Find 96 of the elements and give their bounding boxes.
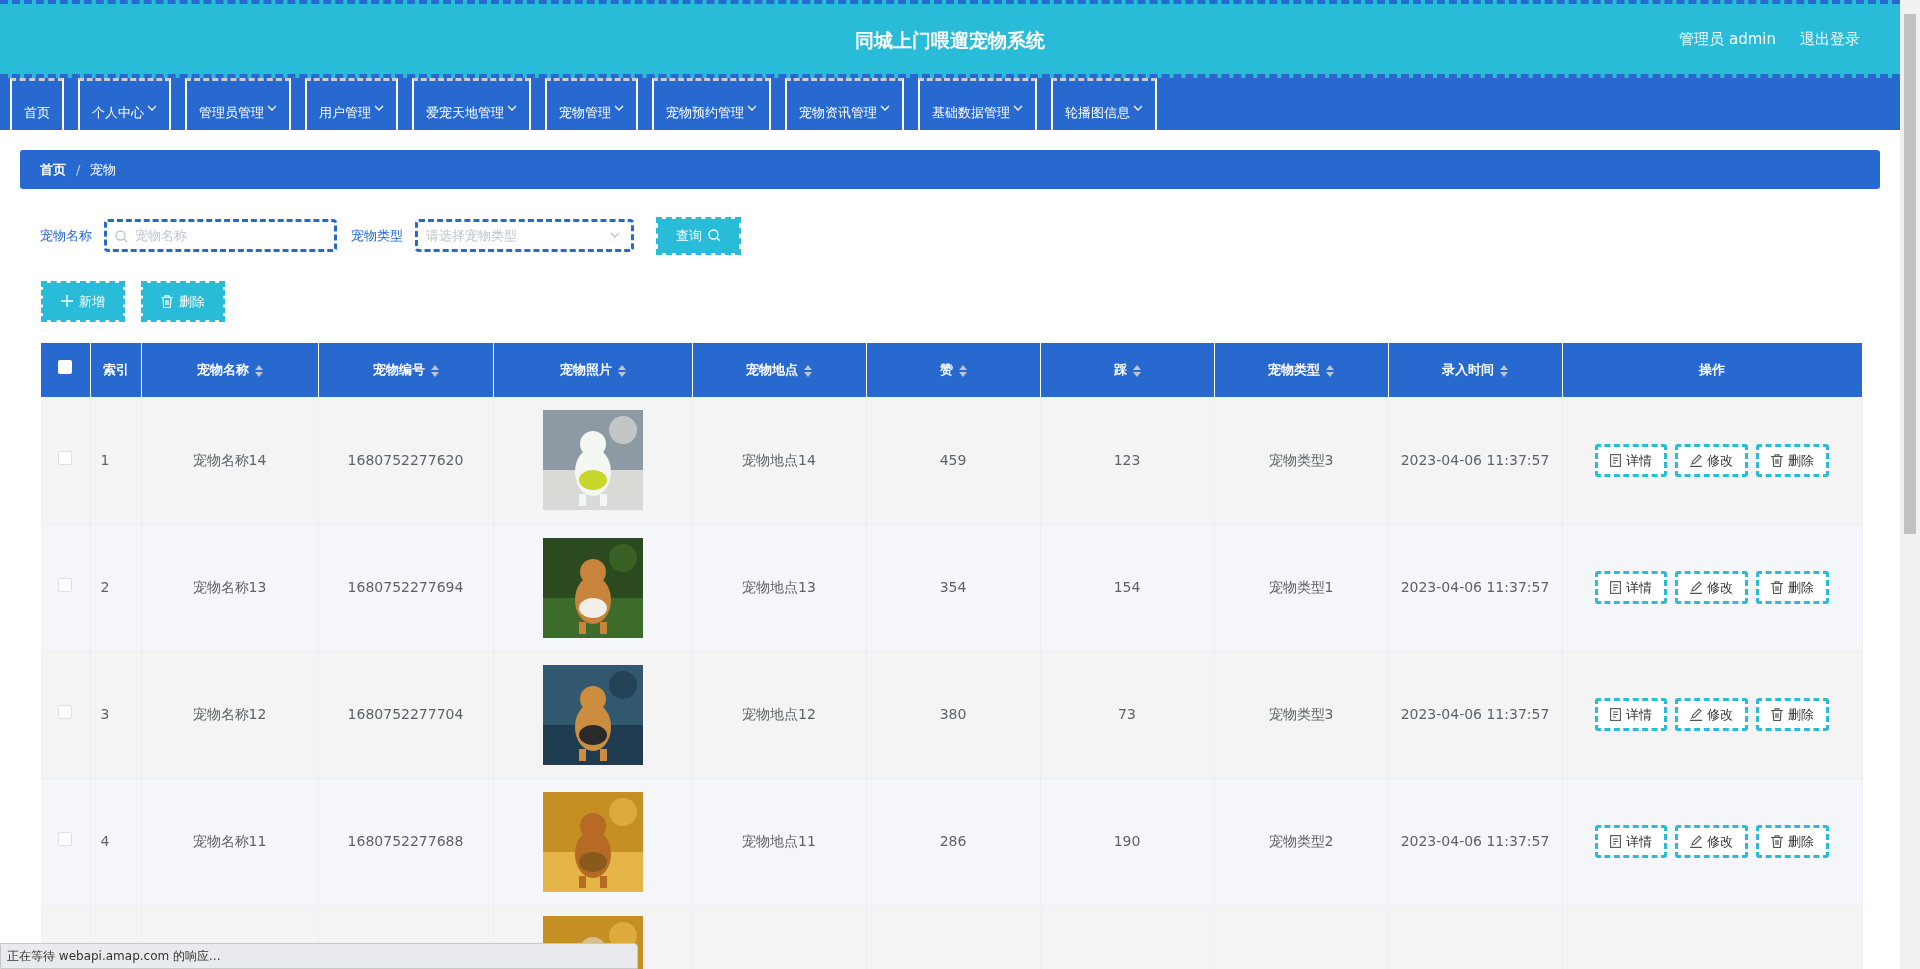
- trash-icon: [161, 294, 173, 308]
- delete-button[interactable]: 删除: [1756, 824, 1829, 859]
- table-cell: 2023-04-06 11:37:57: [1400, 706, 1550, 722]
- nav-item[interactable]: 用户管理: [305, 78, 398, 130]
- table-cell: 2023-04-06 11:37:57: [1400, 833, 1550, 849]
- table-cell: 宠物类型3: [1268, 706, 1334, 722]
- nav-item[interactable]: 首页: [10, 78, 64, 130]
- column-header: 索引: [90, 343, 141, 397]
- table-cell: 2: [100, 579, 110, 595]
- nav-item[interactable]: 轮播图信息: [1051, 78, 1157, 130]
- edit-button[interactable]: 修改: [1675, 443, 1748, 477]
- row-checkbox[interactable]: [58, 705, 73, 719]
- table-cell: 154: [1113, 579, 1141, 595]
- table-cell: 459: [939, 451, 967, 468]
- breadcrumb-separator: /: [76, 160, 81, 179]
- type-select[interactable]: 请选择宠物类型: [415, 219, 634, 253]
- detail-button[interactable]: 详情: [1595, 697, 1667, 732]
- document-icon: [1610, 835, 1621, 848]
- table-cell: 2023-04-06 11:37:57: [1400, 579, 1550, 595]
- table-cell: 宠物地点13: [742, 579, 816, 595]
- row-checkbox[interactable]: [58, 578, 73, 592]
- table-cell: 宠物类型2: [1268, 833, 1334, 849]
- edit-button[interactable]: 修改: [1675, 570, 1748, 605]
- user-label: 管理员 admin: [1679, 29, 1776, 50]
- trash-icon: [1771, 453, 1783, 467]
- table-cell: 123: [1113, 451, 1141, 468]
- column-header: 操作: [1562, 343, 1862, 397]
- edit-button[interactable]: 修改: [1675, 824, 1748, 859]
- pencil-icon: [1690, 581, 1702, 594]
- column-header[interactable]: 宠物编号: [318, 343, 493, 397]
- table-cell: 宠物名称12: [192, 706, 267, 722]
- table-cell: 1680752277620: [347, 451, 464, 468]
- nav-item[interactable]: 爱宠天地管理: [412, 78, 531, 130]
- table-cell: 2023-04-06 11:37:57: [1400, 451, 1550, 468]
- table-cell: 宠物类型3: [1268, 451, 1334, 468]
- table-cell: 宠物名称14: [192, 451, 267, 468]
- nav-item[interactable]: 个人中心: [78, 78, 171, 130]
- nav-item[interactable]: 宠物管理: [545, 78, 638, 130]
- table-cell: 3: [100, 706, 110, 722]
- table-cell: 1680752277694: [347, 579, 464, 595]
- table-cell: 354: [939, 579, 967, 595]
- trash-icon: [1771, 708, 1783, 721]
- document-icon: [1610, 581, 1621, 594]
- detail-button[interactable]: 详情: [1595, 824, 1667, 859]
- edit-button[interactable]: 修改: [1675, 697, 1748, 732]
- search-field[interactable]: 宠物名称: [104, 219, 337, 253]
- column-header[interactable]: 宠物名称: [141, 343, 318, 397]
- column-header[interactable]: 宠物类型: [1214, 343, 1388, 397]
- nav-item[interactable]: 宠物资讯管理: [785, 78, 904, 130]
- row-checkbox[interactable]: [58, 832, 73, 846]
- table-cell: 190: [1113, 833, 1141, 849]
- column-header[interactable]: 踩: [1040, 343, 1214, 397]
- column-header[interactable]: 宠物地点: [692, 343, 866, 397]
- table-cell: 1680752277688: [347, 833, 464, 849]
- scrollbar[interactable]: [1900, 0, 1920, 969]
- pencil-icon: [1690, 835, 1702, 848]
- table-cell: 宠物名称13: [192, 579, 267, 595]
- table-cell: 1: [100, 451, 110, 468]
- table-cell: 宠物地点12: [742, 706, 816, 722]
- field-label: 宠物名称: [40, 227, 92, 245]
- delete-button[interactable]: 删除: [1756, 443, 1829, 477]
- plus-icon: [61, 295, 73, 308]
- breadcrumb-item: 宠物: [90, 160, 117, 179]
- breadcrumb-item[interactable]: 首页: [40, 159, 66, 180]
- table-cell: 宠物地点14: [742, 451, 816, 468]
- document-icon: [1610, 453, 1621, 467]
- detail-button[interactable]: 详情: [1595, 570, 1667, 605]
- table-cell: 286: [939, 833, 967, 849]
- table-cell: 宠物类型1: [1268, 579, 1334, 595]
- status-bar: 正在等待 webapi.amap.com 的响应...: [0, 943, 638, 969]
- trash-icon: [1771, 581, 1783, 594]
- search-icon: [708, 229, 721, 243]
- table-cell: 宠物地点11: [742, 833, 816, 849]
- column-header[interactable]: 赞: [866, 343, 1040, 397]
- pencil-icon: [1690, 708, 1702, 721]
- site-title: 同城上门喂遛宠物系统: [855, 28, 1045, 53]
- delete-button[interactable]: 删除: [1756, 697, 1829, 732]
- nav-item[interactable]: 管理员管理: [185, 78, 291, 130]
- table-cell: 73: [1118, 706, 1136, 722]
- trash-icon: [1771, 835, 1783, 848]
- field-label: 宠物类型: [351, 227, 403, 245]
- table-cell: 380: [939, 706, 967, 722]
- table-cell: 4: [100, 833, 110, 849]
- nav-item[interactable]: 宠物预约管理: [652, 78, 771, 130]
- table-cell: 宠物名称11: [192, 833, 267, 849]
- delete-button[interactable]: 删除: [1756, 570, 1829, 605]
- table-cell: 1680752277704: [347, 706, 464, 722]
- search-icon: [115, 230, 128, 244]
- nav-item[interactable]: 基础数据管理: [918, 78, 1037, 130]
- column-header[interactable]: 录入时间: [1388, 343, 1562, 397]
- document-icon: [1610, 708, 1621, 721]
- row-checkbox[interactable]: [58, 450, 73, 465]
- pencil-icon: [1690, 453, 1702, 467]
- select-all-checkbox[interactable]: [58, 360, 73, 375]
- column-header[interactable]: 宠物照片: [493, 343, 692, 397]
- detail-button[interactable]: 详情: [1595, 443, 1667, 477]
